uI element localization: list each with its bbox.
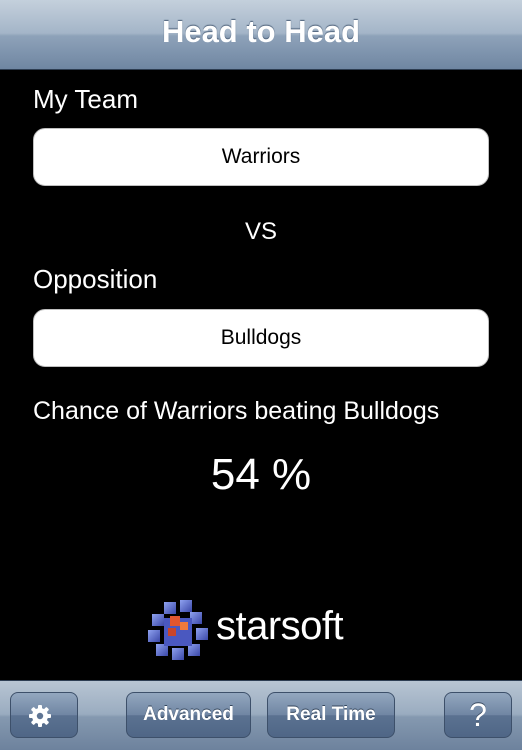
opposition-picker[interactable]: Bulldogs [33, 309, 489, 367]
my-team-label: My Team [33, 84, 138, 114]
bottom-toolbar: Advanced Real Time ? [0, 680, 522, 750]
navigation-bar: Head to Head [0, 0, 522, 70]
starsoft-logo-text: starsoft [216, 604, 344, 648]
settings-button[interactable] [10, 692, 78, 738]
vs-label: VS [244, 218, 277, 245]
gear-icon [29, 705, 51, 727]
chance-value: 54 % [210, 450, 312, 499]
starsoft-logo: starsoft [146, 598, 366, 664]
advanced-button[interactable]: Advanced [126, 692, 251, 738]
chance-description: Chance of Warriors beating Bulldogs [33, 397, 440, 425]
opposition-label: Opposition [33, 264, 158, 294]
real-time-button[interactable]: Real Time [267, 692, 395, 738]
help-button[interactable]: ? [444, 692, 512, 738]
starsoft-logo-icon [148, 600, 208, 660]
my-team-picker[interactable]: Warriors [33, 128, 489, 186]
page-title: Head to Head [161, 14, 361, 49]
